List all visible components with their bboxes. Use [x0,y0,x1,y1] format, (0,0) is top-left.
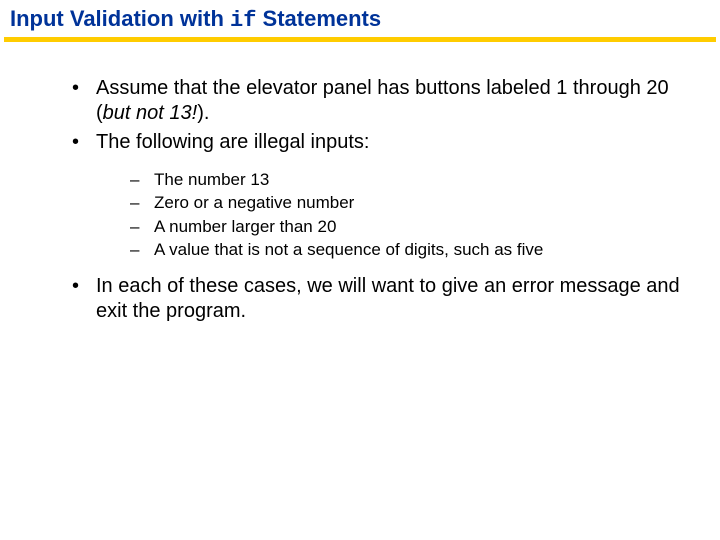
bullet-dot-icon: • [72,76,96,126]
title-code: if [230,8,256,33]
bullet-dash-icon: – [130,192,154,213]
sub-bullet-text: A number larger than 20 [154,216,680,237]
title-prefix: Input Validation with [10,6,230,31]
sub-bullet-item: – The number 13 [130,169,680,190]
sub-bullet-text: Zero or a negative number [154,192,680,213]
sub-bullet-item: – Zero or a negative number [130,192,680,213]
sub-bullet-group: – The number 13 – Zero or a negative num… [40,169,680,260]
content-area: • Assume that the elevator panel has but… [0,42,720,324]
slide: Input Validation with if Statements • As… [0,0,720,540]
title-suffix: Statements [256,6,381,31]
slide-title: Input Validation with if Statements [10,6,381,31]
sub-bullet-item: – A value that is not a sequence of digi… [130,239,680,260]
bullet-text: Assume that the elevator panel has butto… [96,76,680,126]
bullet-dot-icon: • [72,274,96,324]
bullet-dash-icon: – [130,239,154,260]
bullet-text-post: ). [197,102,209,124]
bullet-text-emph: but not 13! [103,102,198,124]
title-bar: Input Validation with if Statements [0,0,720,37]
bullet-text: The following are illegal inputs: [96,130,680,155]
bullet-dash-icon: – [130,169,154,190]
bullet-item: • The following are illegal inputs: [72,130,680,155]
sub-bullet-text: The number 13 [154,169,680,190]
bullet-text: In each of these cases, we will want to … [96,274,680,324]
bullet-item: • Assume that the elevator panel has but… [72,76,680,126]
bullet-item: • In each of these cases, we will want t… [72,274,680,324]
bullet-dot-icon: • [72,130,96,155]
bullet-dash-icon: – [130,216,154,237]
sub-bullet-text: A value that is not a sequence of digits… [154,239,680,260]
sub-bullet-item: – A number larger than 20 [130,216,680,237]
